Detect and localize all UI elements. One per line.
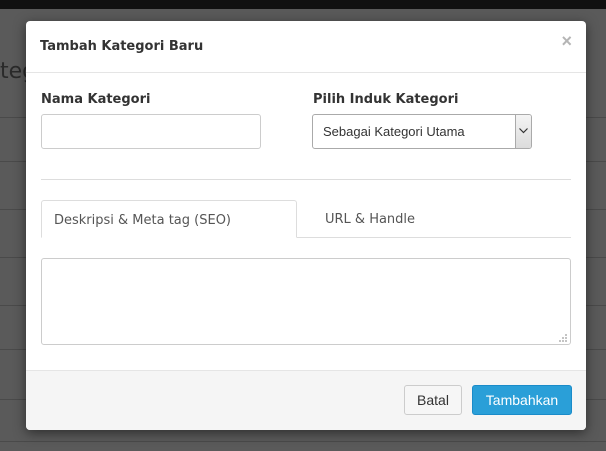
resize-handle-icon[interactable]	[558, 333, 568, 343]
tab-url-handle[interactable]: URL & Handle	[313, 200, 463, 238]
cancel-button[interactable]: Batal	[404, 385, 462, 415]
parent-category-label: Pilih Induk Kategori	[313, 92, 459, 107]
category-name-label: Nama Kategori	[41, 92, 151, 107]
add-category-button[interactable]: Tambahkan	[472, 385, 572, 415]
tab-description-seo[interactable]: Deskripsi & Meta tag (SEO)	[41, 200, 297, 238]
section-divider	[41, 179, 571, 180]
modal-header: Tambah Kategori Baru ×	[26, 21, 586, 73]
modal-footer: Batal Tambahkan	[26, 370, 586, 430]
parent-category-selected-value: Sebagai Kategori Utama	[323, 124, 465, 139]
background-row-divider	[0, 441, 606, 442]
add-category-modal: Tambah Kategori Baru × Nama Kategori Pil…	[26, 21, 586, 430]
description-textarea[interactable]	[41, 258, 571, 345]
close-icon[interactable]: ×	[561, 32, 572, 50]
category-name-input[interactable]	[41, 114, 261, 149]
select-arrow-button[interactable]	[515, 115, 531, 148]
background-topbar	[0, 0, 606, 9]
modal-title: Tambah Kategori Baru	[40, 39, 204, 54]
chevron-down-icon	[519, 128, 528, 134]
parent-category-select[interactable]: Sebagai Kategori Utama	[312, 114, 532, 149]
